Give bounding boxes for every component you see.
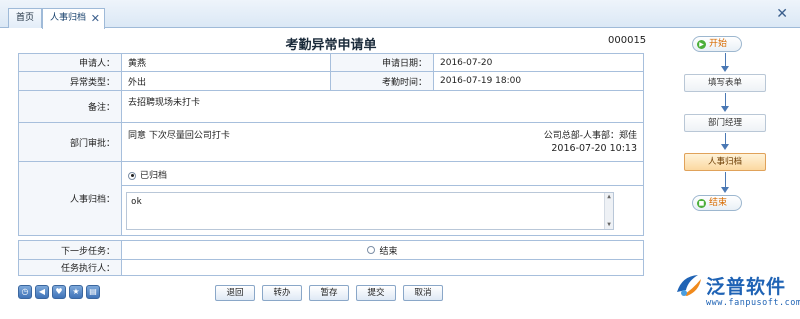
- scroll-down-icon[interactable]: ▼: [605, 221, 613, 229]
- transfer-button[interactable]: 转办: [262, 285, 302, 301]
- applicant-label: 申请人：: [19, 54, 122, 71]
- logo-name: 泛普软件: [706, 276, 787, 298]
- executor-value[interactable]: [122, 260, 644, 275]
- tab-hr-archive[interactable]: 人事归档 ✕: [42, 8, 106, 29]
- speaker-icon[interactable]: ◀: [35, 285, 49, 299]
- start-icon: ▶: [697, 39, 706, 49]
- flow-arrow-head: [721, 144, 729, 150]
- star-icon[interactable]: ★: [69, 285, 83, 299]
- end-radio[interactable]: [367, 246, 376, 254]
- flow-arrow-line: [725, 172, 726, 188]
- flow-arrow-head: [721, 106, 729, 112]
- hr-comment-text: ok: [131, 197, 142, 207]
- att-time-value: 2016-07-19 18:00: [434, 72, 644, 90]
- submit-button[interactable]: 提交: [356, 285, 396, 301]
- scroll-up-icon[interactable]: ▲: [605, 193, 613, 201]
- print-icon[interactable]: ▤: [86, 285, 100, 299]
- next-step-grid: 下一步任务： 结束 任务执行人：: [18, 240, 644, 276]
- type-label: 异常类型：: [19, 72, 122, 90]
- textarea-scrollbar[interactable]: ▲ ▼: [604, 193, 613, 229]
- tab-close-icon[interactable]: ✕: [91, 9, 100, 28]
- dept-signer: 公司总部-人事部：郑佳: [543, 131, 637, 141]
- flow-start: ▶ 开始: [692, 36, 742, 52]
- logo-url: www.fanpusoft.com: [706, 298, 800, 308]
- form-title: 考勤异常申请单: [285, 38, 377, 53]
- tab-bar: 首页 人事归档 ✕ ✕: [0, 0, 800, 29]
- flow-end-label: 结束: [709, 198, 728, 208]
- flow-arrow-head: [721, 66, 729, 72]
- tab-home-label: 首页: [16, 13, 35, 23]
- remark-label: 备注：: [19, 91, 122, 122]
- hr-label: 人事归档：: [19, 162, 122, 235]
- flow-step-fill-form: 填写表单: [684, 74, 766, 92]
- dept-comment: 同意 下次尽量回公司打卡: [128, 131, 230, 141]
- flow-end: ■ 结束: [692, 195, 742, 211]
- save-draft-button[interactable]: 暂存: [309, 285, 349, 301]
- att-time-label: 考勤时间：: [331, 72, 434, 90]
- clock-icon[interactable]: ◷: [18, 285, 32, 299]
- cancel-button[interactable]: 取消: [403, 285, 443, 301]
- end-icon: ■: [697, 198, 706, 208]
- executor-label: 任务执行人：: [19, 260, 122, 275]
- flow-step-2-label: 部门经理: [707, 118, 742, 128]
- icon-toolbar: ◷ ◀ ♥ ★ ▤: [18, 285, 100, 299]
- flow-arrow-head: [721, 187, 729, 193]
- end-radio-label: 结束: [379, 246, 398, 257]
- archived-radio-label: 已归档: [140, 171, 168, 181]
- hr-radio-row: 已归档: [122, 162, 643, 186]
- flow-arrow-line: [725, 53, 726, 67]
- applicant-value: 黄燕: [122, 54, 331, 71]
- hr-comment-input[interactable]: ok ▲ ▼: [126, 192, 614, 230]
- apply-date-label: 申请日期：: [331, 54, 434, 71]
- apply-date-value: 2016-07-20: [434, 54, 644, 71]
- flow-arrow-line: [725, 93, 726, 107]
- flow-start-label: 开始: [709, 39, 728, 49]
- remark-value: 去招聘现场未打卡: [122, 91, 644, 122]
- type-value: 外出: [122, 72, 331, 90]
- hr-archive-area: 已归档 ok ▲ ▼: [122, 162, 644, 235]
- back-button[interactable]: 退回: [215, 285, 255, 301]
- dept-approval: 同意 下次尽量回公司打卡 公司总部-人事部：郑佳 2016-07-20 10:1…: [122, 123, 644, 161]
- dept-date: 2016-07-20 10:13: [551, 143, 637, 154]
- next-task-value: 结束: [122, 241, 644, 259]
- tab-hr-archive-label: 人事归档: [50, 13, 87, 23]
- flow-step-3-label: 人事归档: [707, 157, 742, 167]
- archived-radio[interactable]: [128, 171, 136, 180]
- dept-label: 部门审批：: [19, 123, 122, 161]
- action-bar: 退回 转办 暂存 提交 取消: [215, 285, 443, 301]
- flow-step-hr-archive: 人事归档: [684, 153, 766, 171]
- form-grid: 申请人： 黄燕 申请日期： 2016-07-20 异常类型： 外出 考勤时间： …: [18, 53, 644, 236]
- flow-step-1-label: 填写表单: [707, 78, 742, 88]
- brand-logo: 泛普软件 www.fanpusoft.com: [674, 270, 800, 314]
- heart-icon[interactable]: ♥: [52, 285, 66, 299]
- tab-home[interactable]: 首页: [8, 8, 43, 28]
- window-close-icon[interactable]: ✕: [776, 7, 788, 21]
- next-task-label: 下一步任务：: [19, 241, 122, 259]
- form-number: 000015: [608, 35, 647, 46]
- remark-text: 去招聘现场未打卡: [128, 98, 201, 108]
- flow-step-dept-manager: 部门经理: [684, 114, 766, 132]
- logo-icon: [677, 275, 701, 296]
